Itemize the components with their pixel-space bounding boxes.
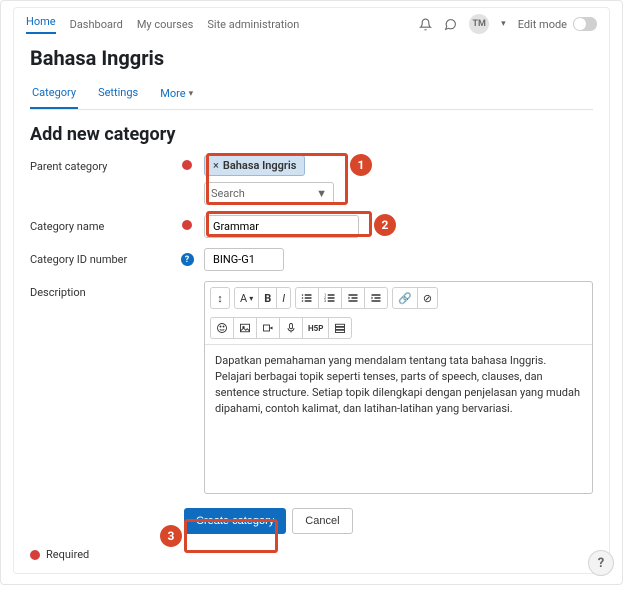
help-icon[interactable]: ? xyxy=(181,253,194,266)
toolbar-font-style[interactable]: A▾ xyxy=(235,288,258,308)
top-navbar: Home Dashboard My courses Site administr… xyxy=(14,8,609,38)
nav-my-courses[interactable]: My courses xyxy=(137,18,194,31)
toolbar-video-icon[interactable] xyxy=(256,318,279,338)
svg-text:3: 3 xyxy=(324,299,326,303)
help-fab-button[interactable]: ? xyxy=(588,550,614,576)
category-name-input[interactable] xyxy=(204,215,359,238)
parent-category-tag[interactable]: × Bahasa Inggris xyxy=(204,155,305,176)
nav-site-admin[interactable]: Site administration xyxy=(207,18,299,31)
description-editor: ↕ A▾ B I 123 xyxy=(204,281,593,494)
avatar[interactable]: TM xyxy=(469,14,489,34)
tab-more[interactable]: More ▾ xyxy=(158,80,195,109)
toolbar-record-icon[interactable] xyxy=(279,318,302,338)
toolbar-emoji-icon[interactable] xyxy=(211,318,233,338)
required-icon xyxy=(182,160,192,170)
edit-mode-toggle[interactable] xyxy=(573,17,597,31)
category-id-input[interactable] xyxy=(204,248,284,271)
search-placeholder: Search xyxy=(211,187,245,200)
tag-value: Bahasa Inggris xyxy=(223,159,297,172)
notifications-icon[interactable] xyxy=(419,18,432,31)
tab-category[interactable]: Category xyxy=(30,80,78,109)
section-title: Add new category xyxy=(30,124,593,145)
nav-dashboard[interactable]: Dashboard xyxy=(70,18,123,31)
category-id-label: Category ID number xyxy=(30,248,170,266)
description-label: Description xyxy=(30,281,170,299)
required-icon xyxy=(182,220,192,230)
toolbar-link-icon[interactable]: 🔗 xyxy=(393,288,417,308)
toolbar-outdent-icon[interactable] xyxy=(341,288,364,308)
toolbar-italic[interactable]: I xyxy=(276,288,290,308)
tab-more-label: More xyxy=(160,87,185,100)
toolbar-h5p[interactable]: H5P xyxy=(302,318,328,338)
toolbar-unlink-icon[interactable]: ⊘ xyxy=(417,288,437,308)
toolbar-image-icon[interactable] xyxy=(233,318,256,338)
toolbar-indent-icon[interactable] xyxy=(364,288,387,308)
chevron-down-icon[interactable]: ▾ xyxy=(501,19,506,29)
chevron-down-icon: ▾ xyxy=(189,89,194,99)
required-note-text: Required xyxy=(46,548,89,561)
toolbar-ol-icon[interactable]: 123 xyxy=(318,288,341,308)
toolbar-ul-icon[interactable] xyxy=(296,288,318,308)
subtabs: Category Settings More ▾ xyxy=(30,80,593,110)
nav-home[interactable]: Home xyxy=(26,15,56,34)
toolbar-bold[interactable]: B xyxy=(258,288,276,308)
toolbar-manage-files-icon[interactable] xyxy=(328,318,351,338)
description-textarea[interactable]: Dapatkan pemahaman yang mendalam tentang… xyxy=(205,345,592,493)
required-icon xyxy=(30,550,40,560)
cancel-button[interactable]: Cancel xyxy=(292,508,352,534)
editor-toolbar: ↕ A▾ B I 123 xyxy=(205,282,592,345)
toolbar-expand-icon[interactable]: ↕ xyxy=(210,287,230,309)
create-category-button[interactable]: Create category xyxy=(184,508,286,534)
edit-mode-label: Edit mode xyxy=(518,18,567,31)
dropdown-icon: ▼ xyxy=(316,187,327,200)
messages-icon[interactable] xyxy=(444,18,457,31)
parent-category-label: Parent category xyxy=(30,155,170,173)
category-name-label: Category name xyxy=(30,215,170,233)
tab-settings[interactable]: Settings xyxy=(96,80,140,109)
page-title: Bahasa Inggris xyxy=(30,46,593,70)
tag-remove-icon[interactable]: × xyxy=(213,159,219,172)
parent-category-search[interactable]: Search ▼ xyxy=(204,182,334,205)
